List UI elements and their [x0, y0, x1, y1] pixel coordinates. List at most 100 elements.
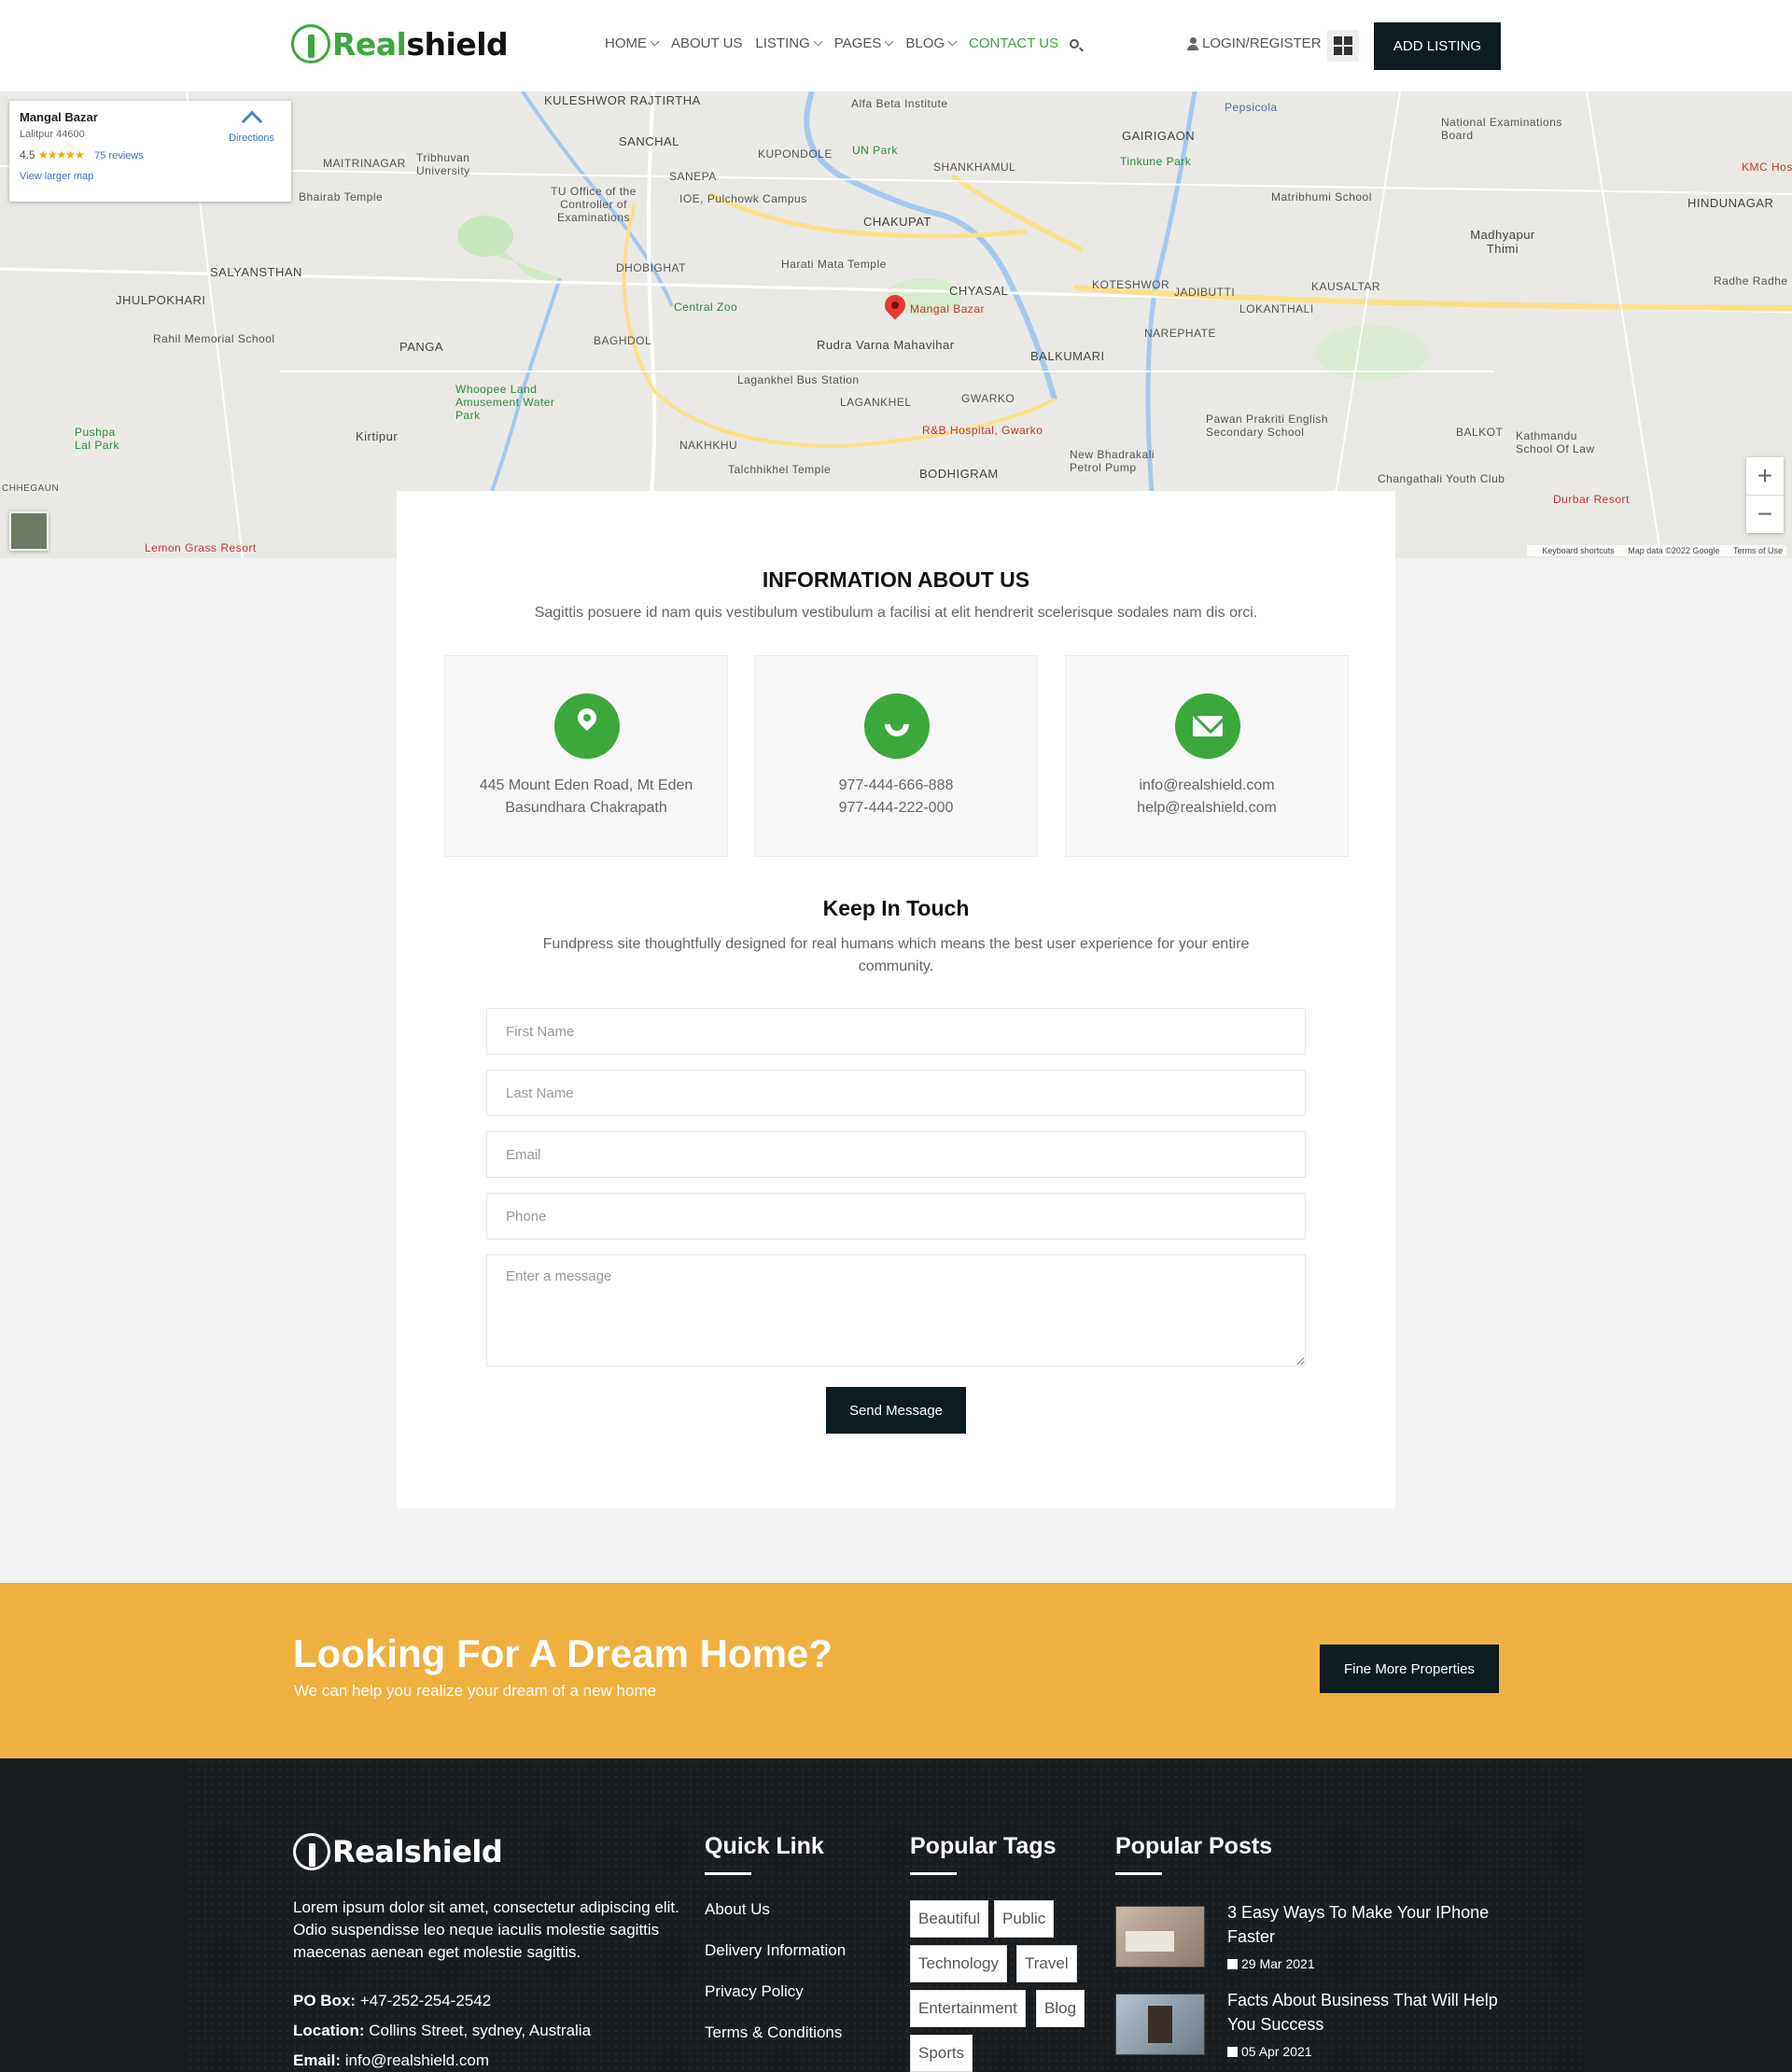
map-label: Tinkune Park	[1120, 155, 1192, 168]
search-icon[interactable]	[1070, 39, 1079, 49]
footer-link-about-us[interactable]: About Us	[705, 1900, 770, 1919]
site-logo[interactable]: Realshield	[291, 24, 509, 63]
tag-beautiful[interactable]: Beautiful	[910, 1900, 989, 1938]
logo-icon	[291, 24, 330, 63]
location-map[interactable]: KULESHWOR RAJTIRTHA Alfa Beta Institute …	[0, 91, 1792, 558]
map-label: National Examinations Board	[1441, 116, 1562, 142]
email-field[interactable]	[486, 1131, 1306, 1178]
zoom-in-button[interactable]: +	[1746, 457, 1784, 495]
login-register-link[interactable]: LOGIN/REGISTER	[1187, 35, 1322, 51]
view-larger-map-link[interactable]: View larger map	[20, 171, 281, 182]
info-title: INFORMATION ABOUT US	[762, 567, 1030, 592]
phone-field[interactable]	[486, 1193, 1306, 1239]
map-label: TU Office of the Controller of Examinati…	[551, 185, 637, 224]
main-nav: HOME ABOUT US LISTING PAGES BLOG CONTACT…	[605, 35, 1071, 51]
map-label: PANGA	[399, 340, 444, 354]
post-title[interactable]: 3 Easy Ways To Make Your IPhone Faster	[1227, 1900, 1507, 1949]
nav-pages[interactable]: PAGES	[834, 35, 894, 51]
terms-link[interactable]: Terms of Use	[1733, 546, 1783, 555]
nav-contact-us[interactable]: CONTACT US	[969, 35, 1058, 51]
tag-public[interactable]: Public	[994, 1900, 1055, 1938]
address-card: 445 Mount Eden Road, Mt Eden Basundhara …	[444, 655, 728, 857]
find-properties-button[interactable]: Fine More Properties	[1320, 1645, 1499, 1693]
map-label: Kathmandu School Of Law	[1516, 429, 1595, 455]
map-label: HINDUNAGAR	[1687, 196, 1774, 210]
place-rating: 4.5 ★★★★★ 75 reviews	[20, 148, 144, 161]
footer-link-terms[interactable]: Terms & Conditions	[705, 2023, 842, 2042]
map-label: SANEPA	[669, 170, 717, 183]
map-label: Tribhuvan University	[416, 151, 470, 177]
map-label: MAITRINAGAR	[323, 157, 406, 170]
nav-blog[interactable]: BLOG	[905, 35, 958, 51]
map-label: KAUSALTAR	[1311, 280, 1381, 293]
map-label: BODHIGRAM	[919, 467, 999, 481]
map-label: Whoopee Land Amusement Water Park	[455, 383, 555, 422]
map-label: Pawan Prakriti English Secondary School	[1206, 413, 1329, 439]
popular-tags-heading: Popular Tags	[910, 1833, 1057, 1875]
phone-card: 977-444-666-888 977-444-222-000	[754, 655, 1038, 857]
map-label: LOKANTHALI	[1239, 302, 1314, 315]
map-label: SANCHAL	[619, 134, 679, 148]
map-layer-toggle[interactable]	[9, 511, 49, 551]
calendar-icon	[1227, 2046, 1238, 2057]
phone-icon	[879, 707, 915, 742]
map-label: KMC Hos	[1742, 161, 1792, 174]
info-subtitle: Sagittis posuere id nam quis vestibulum …	[534, 605, 1258, 621]
tag-blog[interactable]: Blog	[1036, 1990, 1085, 2027]
map-label: CHHEGAUN	[2, 483, 60, 494]
tag-technology[interactable]: Technology	[910, 1945, 1008, 1982]
footer-link-delivery[interactable]: Delivery Information	[705, 1941, 846, 1960]
footer-link-privacy[interactable]: Privacy Policy	[705, 1982, 804, 2001]
chevron-down-icon	[650, 36, 660, 46]
map-label: NAREPHATE	[1144, 327, 1216, 340]
map-pin-label: Mangal Bazar	[910, 302, 986, 315]
reviews-link[interactable]: 75 reviews	[94, 150, 144, 161]
map-label: Central Zoo	[674, 301, 738, 314]
map-label: Bhairab Temple	[299, 190, 384, 203]
map-label: Alfa Beta Institute	[851, 97, 948, 110]
map-label: SHANKHAMUL	[933, 161, 1016, 174]
add-listing-button[interactable]: ADD LISTING	[1374, 22, 1501, 70]
keep-in-touch-title: Keep In Touch	[822, 896, 970, 920]
nav-listing[interactable]: LISTING	[755, 35, 823, 51]
grid-icon	[1334, 36, 1342, 45]
map-place-card: Mangal Bazar Lalitpur 44600 4.5 ★★★★★ 75…	[9, 101, 291, 202]
map-zoom-controls: + −	[1746, 457, 1784, 533]
footer-po-box: PO Box: +47-252-254-2542	[293, 1992, 492, 2009]
tag-entertainment[interactable]: Entertainment	[910, 1990, 1026, 2027]
map-label: Durbar Resort	[1553, 493, 1630, 506]
send-message-button[interactable]: Send Message	[826, 1387, 966, 1434]
map-data-text: Map data ©2022 Google	[1628, 546, 1720, 555]
site-header: Realshield HOME ABOUT US LISTING PAGES B…	[0, 0, 1792, 91]
grid-menu-button[interactable]	[1327, 30, 1359, 62]
nav-about-us[interactable]: ABOUT US	[671, 35, 742, 51]
post-title[interactable]: Facts About Business That Will Help You …	[1227, 1988, 1507, 2037]
keyboard-shortcuts-link[interactable]: Keyboard shortcuts	[1542, 546, 1615, 555]
nav-home[interactable]: HOME	[605, 35, 660, 51]
popular-posts-heading: Popular Posts	[1115, 1833, 1273, 1875]
message-field[interactable]	[486, 1254, 1306, 1366]
map-label: KOTESHWOR	[1092, 278, 1170, 291]
post-thumbnail[interactable]	[1115, 1906, 1205, 1967]
map-label: R&B Hospital, Gwarko	[922, 424, 1043, 437]
tag-sports[interactable]: Sports	[910, 2035, 973, 2072]
map-label: Lagankhel Bus Station	[737, 373, 860, 386]
first-name-field[interactable]	[486, 1008, 1306, 1055]
map-label: Pushpa Lal Park	[75, 426, 120, 452]
tag-travel[interactable]: Travel	[1016, 1945, 1077, 1982]
map-label: Madhyapur Thimi	[1470, 228, 1535, 256]
map-label: SALYANSTHAN	[210, 265, 302, 279]
email-icon	[1193, 716, 1223, 736]
map-label: JADIBUTTI	[1174, 286, 1236, 299]
map-attribution: Keyboard shortcuts Map data ©2022 Google…	[1527, 545, 1786, 556]
map-label: Rahil Memorial School	[153, 332, 275, 345]
dream-home-banner: Looking For A Dream Home? We can help yo…	[0, 1583, 1792, 1758]
zoom-out-button[interactable]: −	[1746, 496, 1784, 533]
contact-panel: INFORMATION ABOUT US Sagittis posuere id…	[397, 491, 1395, 1508]
user-icon	[1187, 36, 1198, 50]
map-label: BALKOT	[1456, 426, 1504, 439]
footer-logo[interactable]: Realshield	[293, 1833, 503, 1870]
post-thumbnail[interactable]	[1115, 1994, 1205, 2055]
last-name-field[interactable]	[486, 1070, 1306, 1116]
directions-button[interactable]: Directions	[229, 110, 274, 144]
